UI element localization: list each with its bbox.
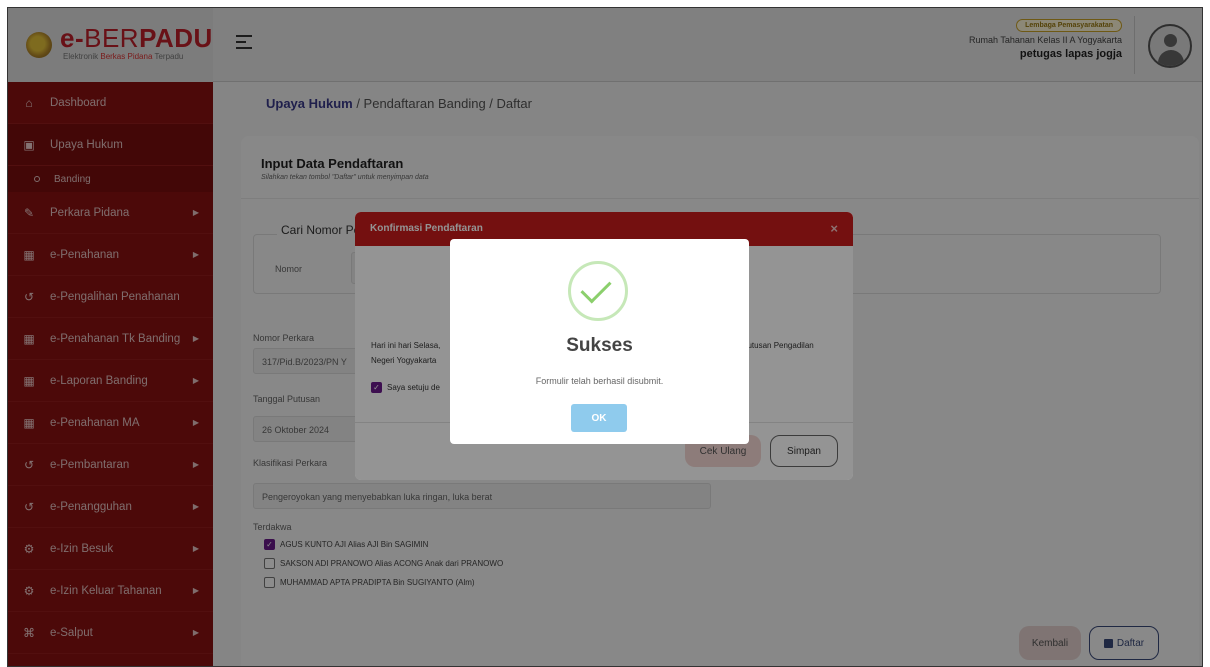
app-frame: e-BERPADU Elektronik Berkas Pidana Terpa… — [7, 7, 1203, 667]
alert-message: Formulir telah berhasil disubmit. — [535, 376, 664, 386]
success-alert: Sukses Formulir telah berhasil disubmit.… — [450, 239, 749, 444]
alert-title: Sukses — [566, 335, 633, 356]
ok-button[interactable]: OK — [571, 404, 627, 432]
success-check-icon — [568, 261, 628, 321]
